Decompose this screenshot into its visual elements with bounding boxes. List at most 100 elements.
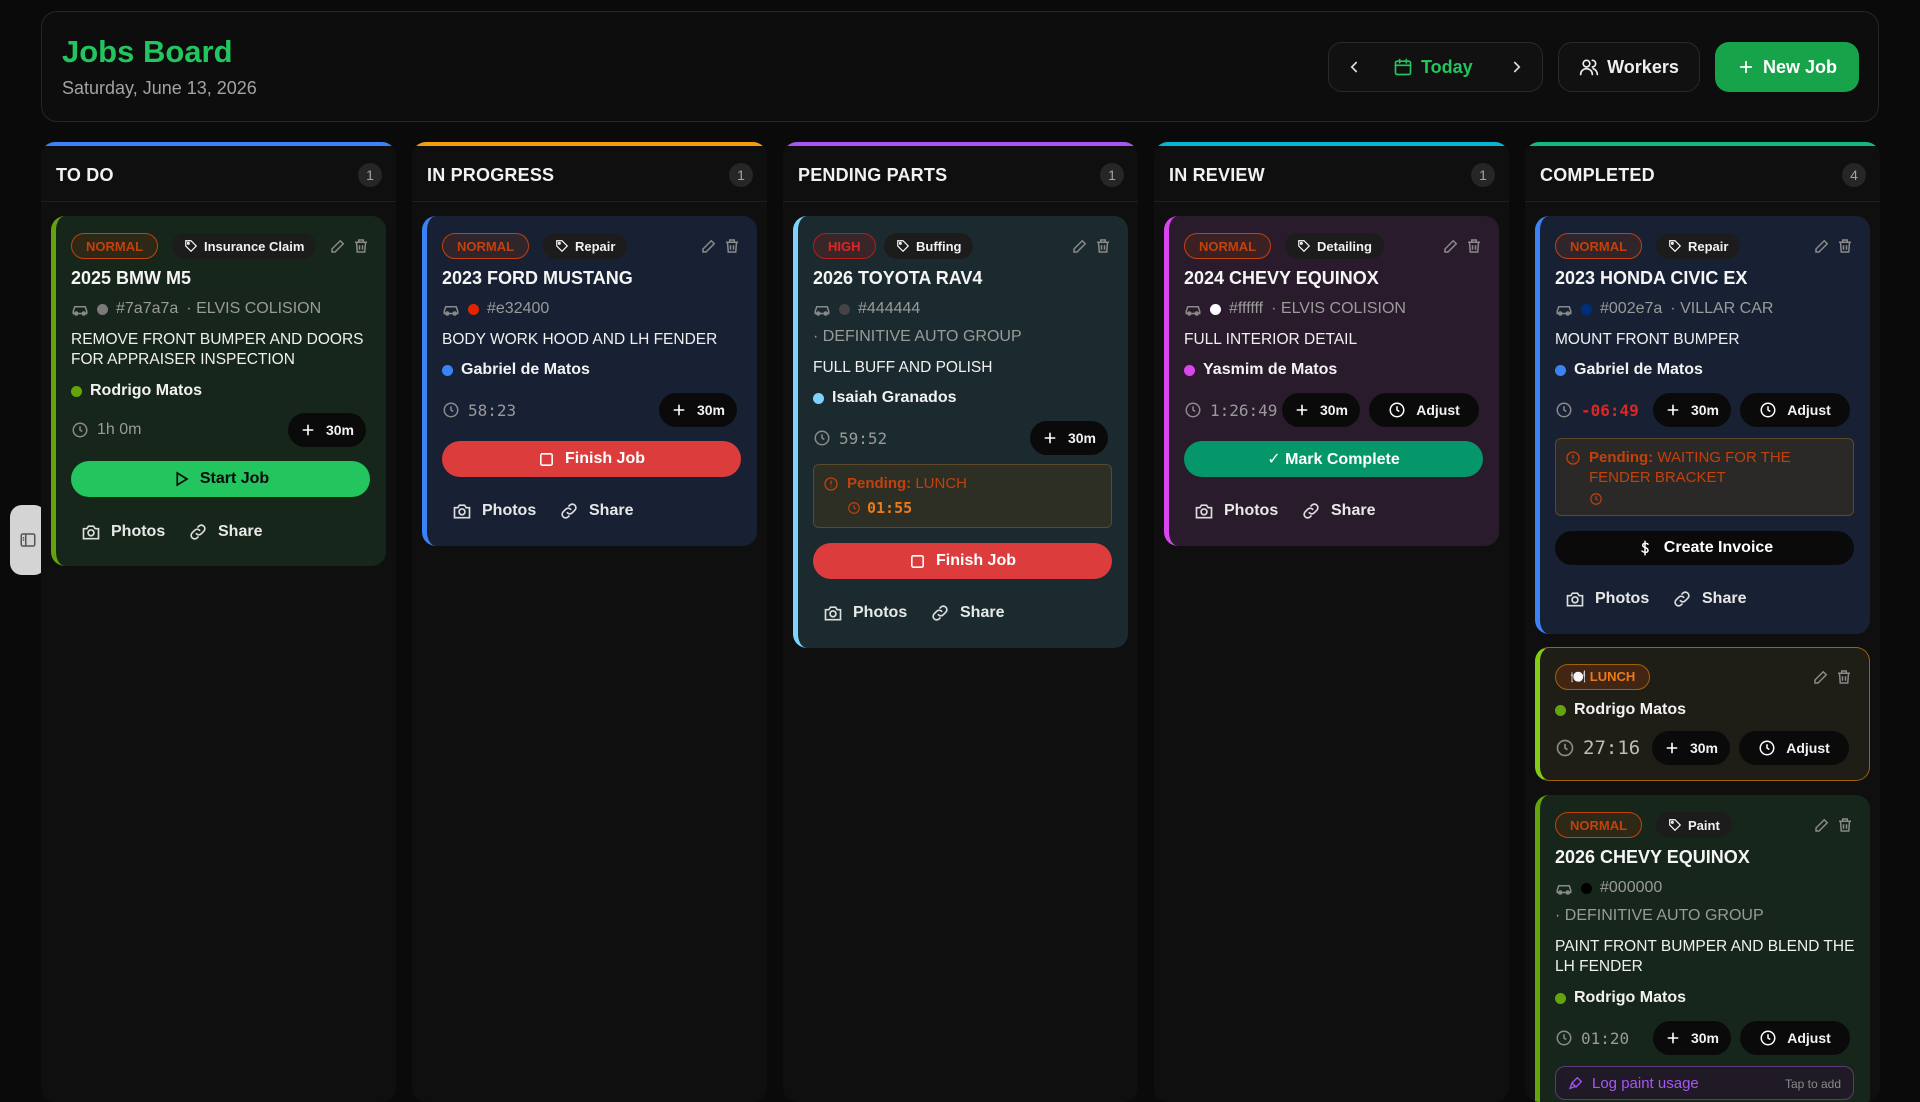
vehicle-info: #000000 (1555, 878, 1662, 898)
priority-badge: NORMAL (71, 233, 159, 259)
edit-icon[interactable] (1812, 668, 1830, 686)
add-30m-button[interactable]: 30m (1282, 393, 1360, 427)
current-date: Saturday, June 13, 2026 (62, 78, 257, 98)
add-30m-button[interactable]: 30m (1030, 421, 1108, 455)
column-todo: TO DO 1 NORMAL Insurance Claim 2025 BMW … (41, 142, 396, 1102)
timer-value: 59:52 (839, 428, 888, 448)
share-button[interactable]: Share (188, 520, 262, 544)
add-30m-button[interactable]: 30m (1653, 1021, 1731, 1055)
worker-dot (813, 392, 824, 404)
assigned-worker: Yasmim de Matos (1184, 360, 1337, 380)
add-30m-button[interactable]: 30m (288, 413, 366, 447)
tag-label: Repair (575, 238, 616, 254)
finish-job-label: Finish Job (936, 552, 1016, 569)
clock-icon (1760, 402, 1776, 418)
edit-icon[interactable] (1071, 237, 1089, 255)
job-card[interactable]: HIGH Buffing 2026 TOYOTA RAV4 #444444 · … (793, 216, 1128, 648)
car-icon (1556, 306, 1572, 316)
clock-icon (1759, 740, 1775, 756)
worker-name: Gabriel de Matos (461, 361, 590, 378)
priority-badge: NORMAL (1555, 233, 1643, 259)
adjust-time-button[interactable]: Adjust (1740, 1021, 1850, 1055)
mark-complete-label: ✓ Mark Complete (1267, 451, 1400, 468)
column-completed: COMPLETED 4 NORMAL Repair 2023 HONDA CIV… (1525, 142, 1880, 1102)
photos-button[interactable]: Photos (452, 499, 536, 523)
trash-icon[interactable] (352, 237, 370, 255)
add-30m-button[interactable]: 30m (1652, 731, 1730, 765)
adjust-time-button[interactable]: Adjust (1740, 393, 1850, 427)
photos-button[interactable]: Photos (1194, 499, 1278, 523)
new-job-button[interactable]: New Job (1715, 42, 1859, 92)
log-paint-usage-button[interactable]: Log paint usage Tap to add (1555, 1066, 1854, 1100)
trash-icon[interactable] (1836, 237, 1854, 255)
plus-icon (1667, 1032, 1679, 1044)
tag-label: Repair (1688, 238, 1729, 254)
lunch-break-card[interactable]: 🍽️ LUNCH Rodrigo Matos 27:16 30m Adjust (1535, 647, 1870, 781)
finish-job-button[interactable]: Finish Job (442, 441, 741, 477)
plus-icon (1296, 404, 1308, 416)
job-card[interactable]: NORMAL Insurance Claim 2025 BMW M5 #7a7a… (51, 216, 386, 566)
next-day-button[interactable] (1492, 43, 1542, 91)
share-button[interactable]: Share (930, 601, 1004, 625)
column-in-review: IN REVIEW 1 NORMAL Detailing 2024 CHEVY … (1154, 142, 1509, 1102)
color-hex: #002e7a (1600, 300, 1663, 317)
photos-label: Photos (1224, 502, 1279, 519)
start-job-button[interactable]: Start Job (71, 461, 370, 497)
job-card[interactable]: NORMAL Repair 2023 HONDA CIVIC EX #002e7… (1535, 216, 1870, 634)
clock-icon (1590, 493, 1602, 505)
edit-icon[interactable] (700, 237, 718, 255)
lunch-badge: 🍽️ LUNCH (1555, 664, 1651, 690)
plus-icon (1667, 404, 1679, 416)
trash-icon[interactable] (1836, 816, 1854, 834)
share-button[interactable]: Share (1672, 587, 1746, 611)
shop-name: · DEFINITIVE AUTO GROUP (1555, 907, 1764, 924)
photos-button[interactable]: Photos (823, 601, 907, 625)
trash-icon[interactable] (723, 237, 741, 255)
column-header: PENDING PARTS 1 (783, 146, 1138, 202)
assigned-worker: Gabriel de Matos (442, 360, 590, 380)
plus-icon (673, 404, 685, 416)
tag-badge: Detailing (1285, 233, 1384, 259)
column-header: COMPLETED 4 (1525, 146, 1880, 202)
shop-name: · ELVIS COLISION (186, 300, 322, 317)
lunch-timer: 27:16 (1555, 737, 1640, 759)
clock-icon (1556, 1030, 1572, 1046)
share-button[interactable]: Share (559, 499, 633, 523)
shop-name: · DEFINITIVE AUTO GROUP (813, 328, 1022, 345)
photos-button[interactable]: Photos (81, 520, 165, 544)
add-30m-button[interactable]: 30m (659, 393, 737, 427)
edit-icon[interactable] (1442, 237, 1460, 255)
previous-day-button[interactable] (1329, 43, 1379, 91)
pending-status-box: Pending: WAITING FOR THE FENDER BRACKET (1555, 438, 1854, 516)
job-card[interactable]: NORMAL Paint 2026 CHEVY EQUINOX #000000 … (1535, 795, 1870, 1102)
edit-icon[interactable] (1813, 816, 1831, 834)
workers-button[interactable]: Workers (1558, 42, 1700, 92)
today-button[interactable]: Today (1393, 51, 1473, 83)
photos-button[interactable]: Photos (1565, 587, 1649, 611)
clock-icon (848, 502, 860, 514)
edit-icon[interactable] (1813, 237, 1831, 255)
today-label: Today (1421, 56, 1473, 77)
plus-icon (1044, 432, 1056, 444)
mark-complete-button[interactable]: ✓ Mark Complete (1184, 441, 1483, 477)
tap-to-add-hint: Tap to add (1784, 1077, 1841, 1091)
chevron-right-icon (1513, 61, 1521, 73)
color-swatch (97, 303, 108, 315)
finish-job-button[interactable]: Finish Job (813, 543, 1112, 579)
trash-icon[interactable] (1094, 237, 1112, 255)
trash-icon[interactable] (1465, 237, 1483, 255)
share-button[interactable]: Share (1301, 499, 1375, 523)
link-icon (1674, 591, 1690, 607)
create-invoice-button[interactable]: Create Invoice (1555, 531, 1854, 565)
tag-badge: Insurance Claim (172, 233, 317, 259)
adjust-time-button[interactable]: Adjust (1369, 393, 1479, 427)
add-30m-button[interactable]: 30m (1653, 393, 1731, 427)
alert-circle-icon (824, 477, 838, 491)
job-timer: 1:26:49 (1184, 399, 1277, 421)
job-card[interactable]: NORMAL Detailing 2024 CHEVY EQUINOX #fff… (1164, 216, 1499, 546)
adjust-time-button[interactable]: Adjust (1739, 731, 1849, 765)
edit-icon[interactable] (329, 237, 347, 255)
add-30m-label: 30m (1690, 1030, 1720, 1046)
job-card[interactable]: NORMAL Repair 2023 FORD MUSTANG #e32400 … (422, 216, 757, 546)
trash-icon[interactable] (1835, 668, 1853, 686)
